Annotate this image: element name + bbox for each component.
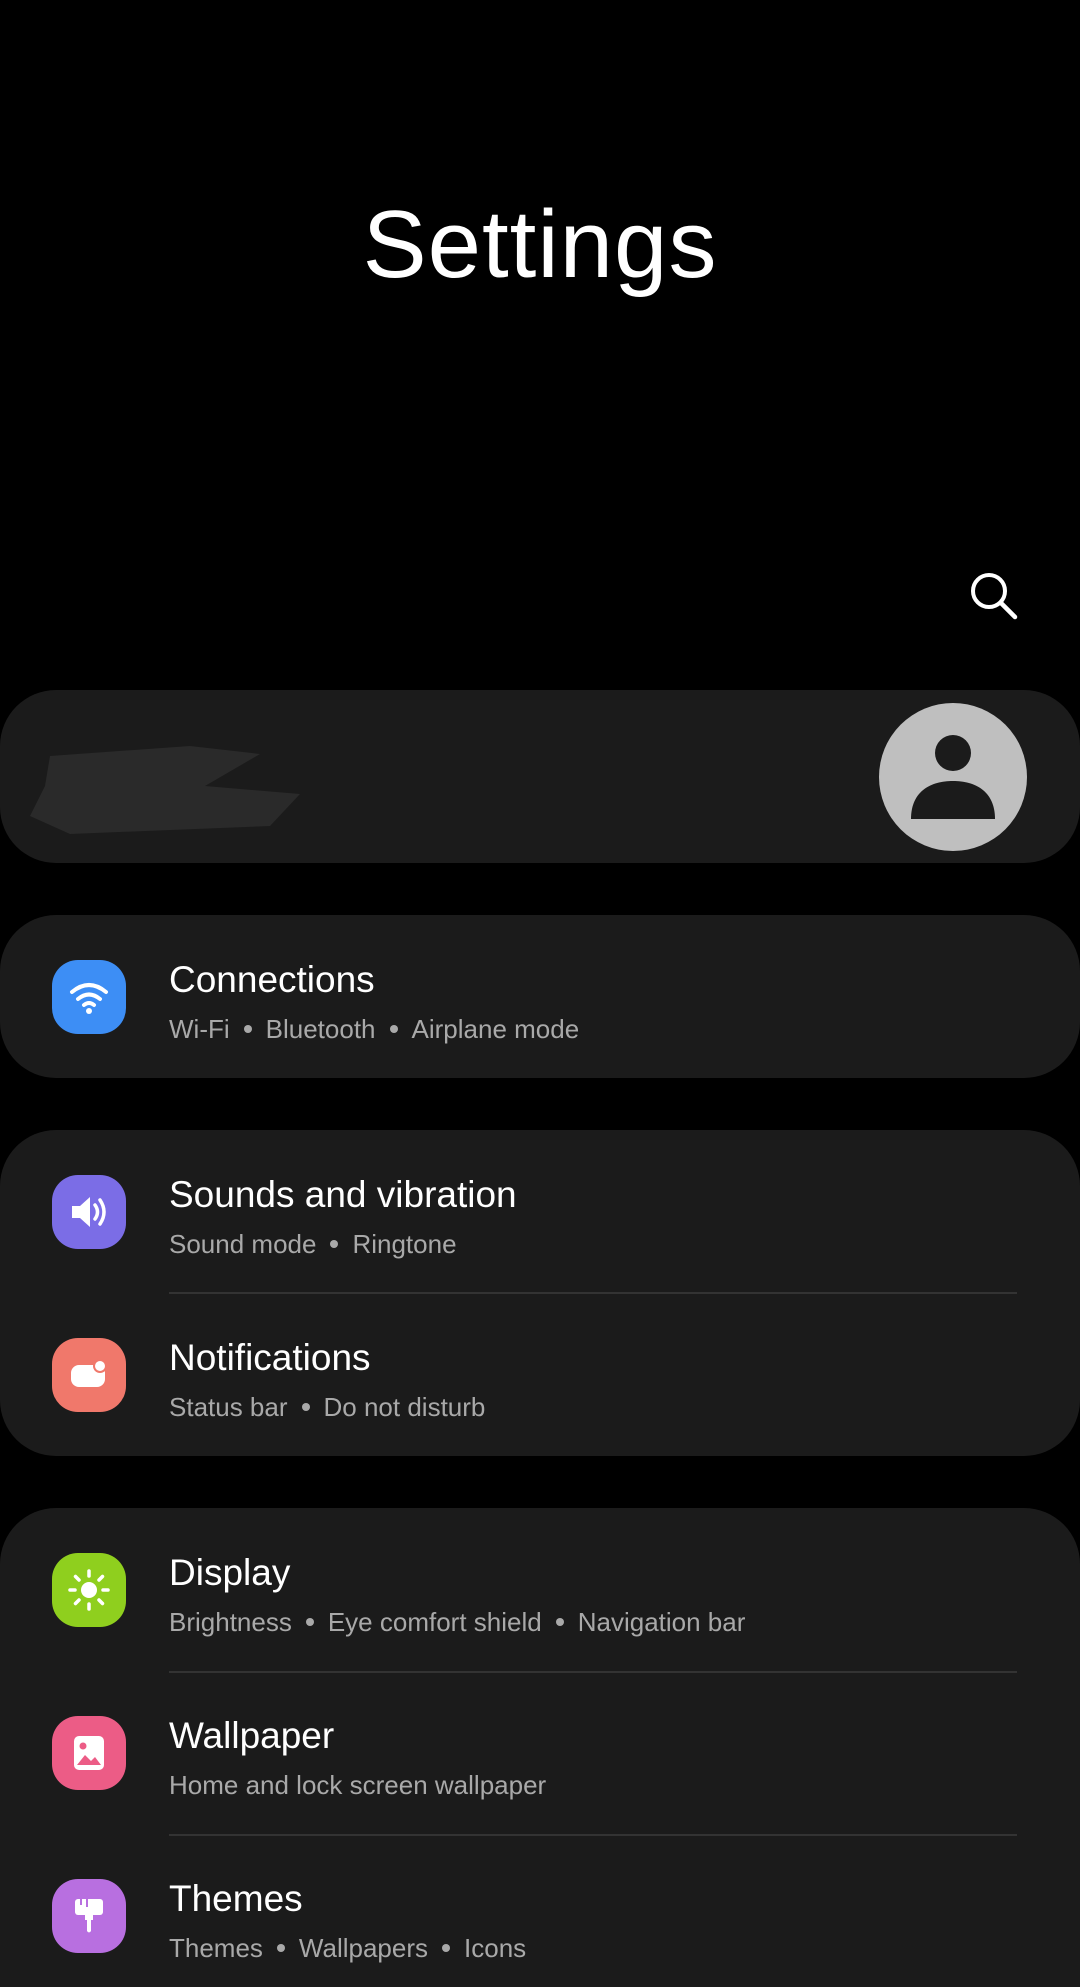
settings-item-sounds[interactable]: Sounds and vibration Sound mode Ringtone xyxy=(0,1130,1080,1293)
settings-item-connections[interactable]: Connections Wi-Fi Bluetooth Airplane mode xyxy=(0,915,1080,1078)
settings-screen: Settings Connections Wi-Fi Bluetooth Air… xyxy=(0,0,1080,1987)
page-title: Settings xyxy=(362,191,718,298)
notifications-title: Notifications xyxy=(169,1337,371,1378)
connections-group: Connections Wi-Fi Bluetooth Airplane mode xyxy=(0,915,1080,1078)
themes-title: Themes xyxy=(169,1878,303,1919)
avatar[interactable] xyxy=(879,703,1027,851)
connections-subtitle: Wi-Fi Bluetooth Airplane mode xyxy=(169,1014,580,1044)
wallpaper-icon xyxy=(52,1716,126,1790)
search-icon xyxy=(971,573,1018,620)
settings-item-display[interactable]: Display Brightness Eye comfort shield Navi… xyxy=(0,1508,1080,1671)
settings-item-themes[interactable]: Themes Themes Wallpapers Icons xyxy=(0,1834,1080,1987)
profile-icon xyxy=(911,735,995,819)
notification-icon xyxy=(52,1338,126,1412)
speaker-icon xyxy=(52,1175,126,1249)
settings-item-wallpaper[interactable]: Wallpaper Home and lock screen wallpaper xyxy=(0,1671,1080,1834)
wifi-icon xyxy=(52,960,126,1034)
redacted-account-name xyxy=(30,746,300,834)
notifications-subtitle: Status bar Do not disturb xyxy=(169,1392,486,1422)
display-wallpaper-themes-group: Display Brightness Eye comfort shield Navi… xyxy=(0,1508,1080,1987)
theme-brush-icon xyxy=(52,1879,126,1953)
sounds-subtitle: Sound mode Ringtone xyxy=(169,1229,457,1259)
account-card[interactable] xyxy=(0,690,1080,863)
display-subtitle: Brightness Eye comfort shield Navigation b… xyxy=(169,1607,746,1637)
sounds-notifications-group: Sounds and vibration Sound mode Ringtone … xyxy=(0,1130,1080,1456)
wallpaper-subtitle: Home and lock screen wallpaper xyxy=(169,1770,547,1800)
themes-subtitle: Themes Wallpapers Icons xyxy=(169,1933,527,1963)
connections-title: Connections xyxy=(169,959,375,1000)
search-button[interactable] xyxy=(958,560,1030,632)
brightness-icon xyxy=(52,1553,126,1627)
settings-item-notifications[interactable]: Notifications Status bar Do not disturb xyxy=(0,1293,1080,1456)
sounds-title: Sounds and vibration xyxy=(169,1174,517,1215)
display-title: Display xyxy=(169,1552,291,1593)
wallpaper-title: Wallpaper xyxy=(169,1715,335,1756)
